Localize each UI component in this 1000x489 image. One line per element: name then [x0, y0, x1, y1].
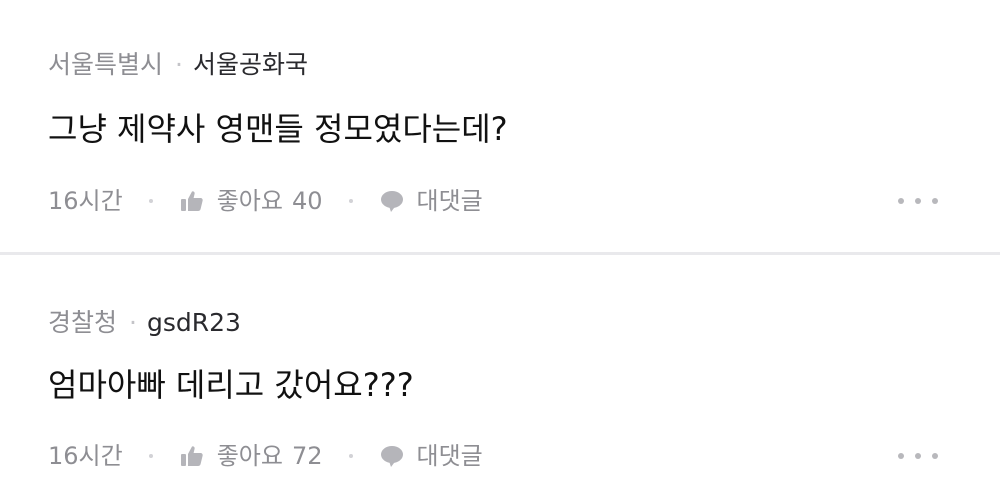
comment-text: 그냥 제약사 영맨들 정모였다는데? [48, 110, 508, 148]
footer-separator-dot [348, 454, 353, 458]
footer-separator-dot [348, 199, 353, 203]
like-count: 72 [291, 442, 323, 470]
comment-time: 16시간 [48, 442, 123, 470]
thumbs-up-icon [179, 188, 205, 214]
footer-separator-dot [148, 454, 153, 458]
comment-group[interactable]: 경찰청 [48, 308, 117, 338]
like-count: 40 [291, 187, 323, 215]
comment-item: 서울특별시 · 서울공화국 그냥 제약사 영맨들 정모였다는데? 16시간 좋아… [0, 0, 1000, 252]
reply-label: 대댓글 [416, 442, 483, 470]
comment-item: 경찰청 · gsdR23 엄마아빠 데리고 갔어요??? 16시간 좋아요 72 [0, 255, 1000, 489]
speech-bubble-icon [379, 443, 405, 469]
comment-text: 엄마아빠 데리고 갔어요??? [48, 366, 414, 404]
comment-time: 16시간 [48, 187, 123, 215]
speech-bubble-icon [379, 188, 405, 214]
comment-header: 서울특별시 · 서울공화국 [48, 50, 308, 80]
like-button[interactable]: 좋아요 72 [179, 441, 323, 471]
footer-separator-dot [148, 199, 153, 203]
more-dots-icon[interactable] [898, 446, 938, 466]
header-separator: · [175, 50, 183, 79]
reply-button[interactable]: 대댓글 [379, 186, 483, 216]
comment-username[interactable]: gsdR23 [147, 308, 241, 338]
comment-header: 경찰청 · gsdR23 [48, 308, 241, 338]
comment-group[interactable]: 서울특별시 [48, 50, 163, 80]
like-label: 좋아요 [216, 187, 283, 215]
like-label: 좋아요 [216, 442, 283, 470]
header-separator: · [129, 308, 137, 337]
reply-button[interactable]: 대댓글 [379, 441, 483, 471]
more-dots-icon[interactable] [898, 191, 938, 211]
comment-footer: 16시간 좋아요 40 대댓글 [48, 186, 483, 216]
comment-username[interactable]: 서울공화국 [193, 50, 308, 80]
reply-label: 대댓글 [416, 187, 483, 215]
thumbs-up-icon [179, 443, 205, 469]
comment-footer: 16시간 좋아요 72 대댓글 [48, 441, 483, 471]
like-button[interactable]: 좋아요 40 [179, 186, 323, 216]
